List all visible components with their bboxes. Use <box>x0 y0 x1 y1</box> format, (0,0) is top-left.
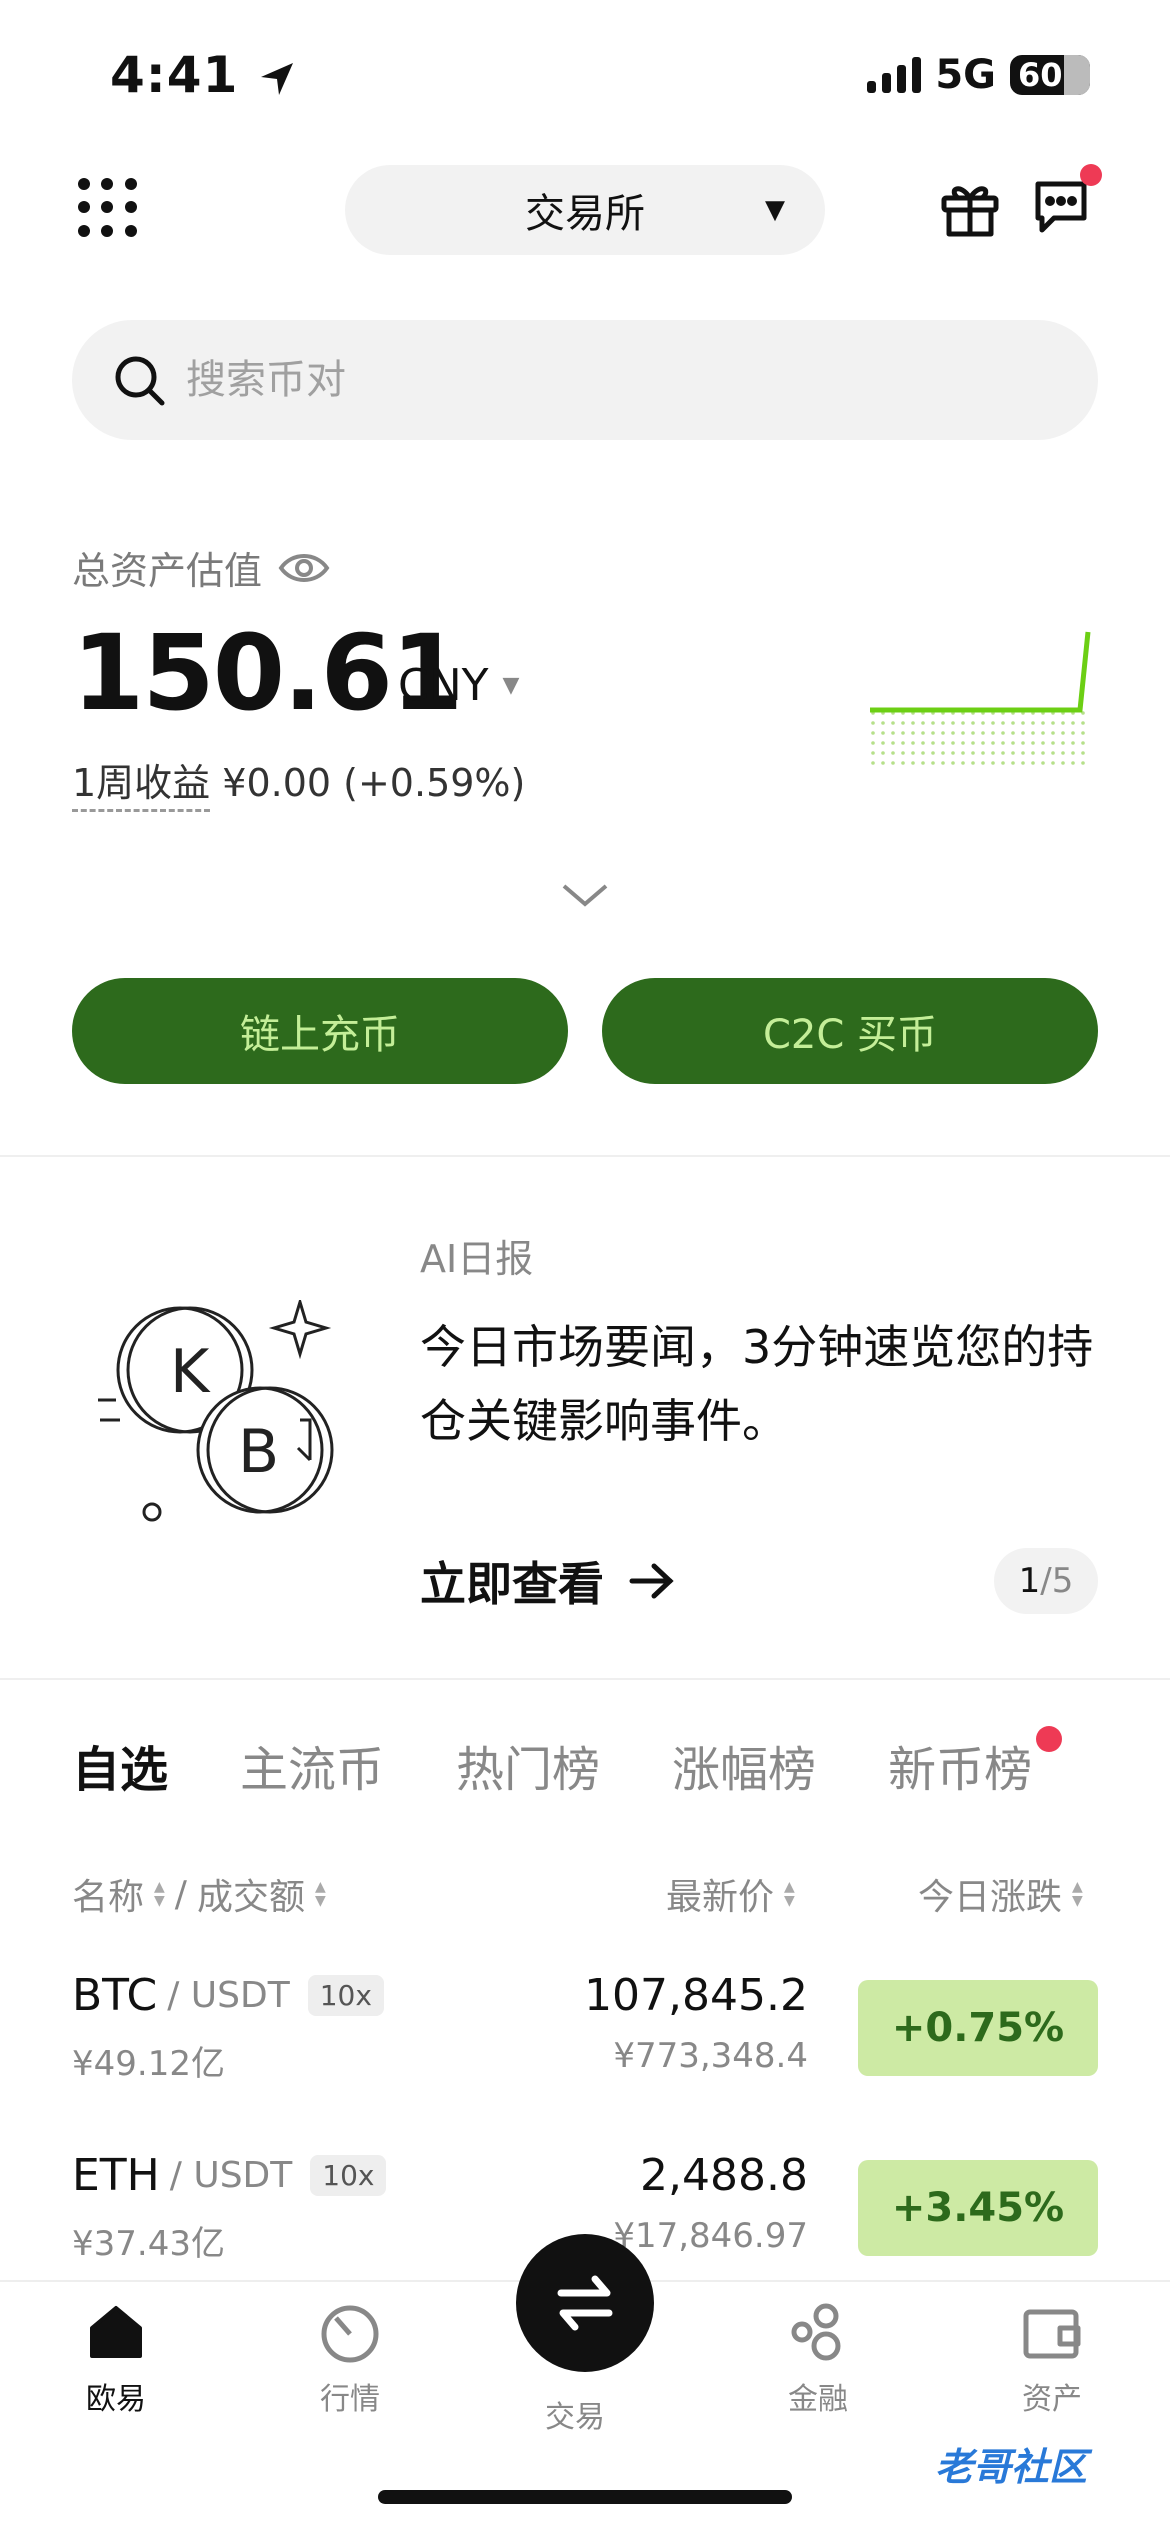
nav-finance-label: 金融 <box>788 2382 848 2417</box>
nav-trade-label: 交易 <box>545 2400 605 2435</box>
leverage-badge: 10x <box>310 2155 387 2196</box>
onchain-deposit-button[interactable]: 链上充币 <box>72 978 568 1084</box>
leverage-badge: 10x <box>307 1975 384 2016</box>
column-header-change[interactable]: 今日涨跌 ▲ ▼ <box>918 1868 1083 1920</box>
nav-home[interactable]: 欧易 <box>36 2300 196 2418</box>
market-timer-icon <box>321 2305 379 2363</box>
trade-button[interactable] <box>516 2234 654 2372</box>
nav-assets[interactable]: 资产 <box>972 2300 1132 2418</box>
exchange-mode-label: 交易所 <box>525 191 645 237</box>
column-price-label: 最新价 <box>666 1877 775 1918</box>
search-input[interactable] <box>186 357 886 403</box>
location-arrow-icon <box>260 62 293 95</box>
tab-mainstream[interactable]: 主流币 <box>240 1730 384 1800</box>
column-separator: / <box>174 1873 187 1915</box>
change-badge[interactable]: +3.45% <box>858 2160 1098 2256</box>
search-bar[interactable] <box>72 320 1098 440</box>
weekly-pnl[interactable]: 1周收益 ¥0.00 (+0.59%) <box>72 752 526 812</box>
tab-new-listings[interactable]: 新币榜 <box>888 1726 1063 1800</box>
network-type: 5G <box>935 52 996 98</box>
asset-sparkline <box>870 631 1091 768</box>
column-header-name[interactable]: 名称 ▲ ▼ / 成交额 ▲ ▼ <box>72 1868 326 1920</box>
tab-favorites[interactable]: 自选 <box>72 1730 168 1800</box>
total-assets-label: 总资产估值 <box>72 540 330 595</box>
nav-assets-label: 资产 <box>1022 2382 1082 2417</box>
nav-home-label: 欧易 <box>86 2382 146 2417</box>
new-listings-dot <box>1036 1726 1063 1752</box>
home-icon <box>90 2306 142 2358</box>
pager-current: 1 <box>1018 1561 1041 1601</box>
nav-market-label: 行情 <box>320 2382 380 2417</box>
pair-price: 107,845.2 <box>584 1970 808 2021</box>
sort-icon: ▲ ▼ <box>784 1879 795 1909</box>
pair-quote: / USDT <box>167 1975 290 2016</box>
pair-price-cny: ¥773,348.4 <box>613 2036 808 2076</box>
exchange-mode-selector[interactable]: 交易所 ▼ <box>345 165 825 255</box>
svg-text:K: K <box>170 1337 211 1407</box>
status-time: 4:41 <box>110 46 297 104</box>
pair-symbol: BTC <box>72 1970 158 2021</box>
svg-text:B: B <box>238 1417 279 1487</box>
search-icon <box>115 356 165 406</box>
status-time-text: 4:41 <box>110 46 239 104</box>
messages-icon[interactable] <box>1030 176 1092 242</box>
battery-level: 60 <box>1018 56 1063 94</box>
arrow-right-icon <box>629 1563 674 1599</box>
tab-hot[interactable]: 热门榜 <box>456 1730 600 1800</box>
ai-daily-tag: AI日报 <box>420 1237 534 1281</box>
sort-icon: ▲ ▼ <box>314 1879 326 1909</box>
chevron-down-icon[interactable] <box>560 880 610 910</box>
column-name-label: 名称 <box>72 1877 145 1918</box>
coins-illustration: K B <box>98 1300 334 1522</box>
nav-market[interactable]: 行情 <box>270 2300 430 2418</box>
messages-unread-dot <box>1080 164 1102 186</box>
weekly-pnl-label: 1周收益 <box>72 761 211 812</box>
currency-selector[interactable]: CNY ▼ <box>398 660 519 711</box>
cellular-signal-icon <box>867 57 922 93</box>
pair-price-cny: ¥17,846.97 <box>613 2216 808 2256</box>
market-tabs: 自选 主流币 热门榜 涨幅榜 新币榜 <box>72 1726 1063 1800</box>
section-divider <box>0 1678 1170 1680</box>
carousel-pager: 1/5 <box>994 1548 1098 1614</box>
change-badge[interactable]: +0.75% <box>858 1980 1098 2076</box>
sort-icon: ▲ ▼ <box>154 1879 165 1909</box>
column-header-price[interactable]: 最新价 ▲ ▼ <box>666 1868 795 1920</box>
pair-price: 2,488.8 <box>640 2150 808 2201</box>
view-now-label: 立即查看 <box>420 1557 604 1611</box>
view-now-link[interactable]: 立即查看 <box>420 1548 676 1614</box>
tab-new-listings-label: 新币榜 <box>888 1742 1033 1798</box>
total-assets-label-text: 总资产估值 <box>72 549 263 593</box>
tab-gainers[interactable]: 涨幅榜 <box>672 1730 816 1800</box>
currency-label: CNY <box>398 660 489 711</box>
nav-finance[interactable]: 金融 <box>738 2300 898 2418</box>
caret-down-icon: ▼ <box>502 673 520 698</box>
swap-arrows-icon <box>557 2275 613 2331</box>
table-row[interactable]: ETH / USDT 10x <box>72 2150 387 2201</box>
sort-icon: ▲ ▼ <box>1072 1879 1083 1909</box>
ai-daily-headline[interactable]: 今日市场要闻，3分钟速览您的持仓关键影响事件。 <box>420 1310 1100 1458</box>
apps-grid-icon[interactable] <box>78 178 138 238</box>
finance-circles-icon <box>791 2303 841 2361</box>
column-volume-label: 成交额 <box>196 1877 305 1918</box>
pair-quote: / USDT <box>169 2155 293 2196</box>
pair-volume: ¥49.12亿 <box>72 2044 225 2084</box>
pair-volume: ¥37.43亿 <box>72 2224 225 2264</box>
section-divider <box>0 1155 1170 1157</box>
eye-icon[interactable] <box>278 550 330 586</box>
wallet-icon <box>1023 2309 1081 2359</box>
caret-down-icon: ▼ <box>765 195 785 225</box>
status-indicators: 5G 60 <box>867 52 1090 98</box>
pager-total: /5 <box>1040 1561 1074 1601</box>
c2c-buy-button[interactable]: C2C 买币 <box>602 978 1098 1084</box>
home-indicator[interactable] <box>378 2490 792 2504</box>
weekly-pnl-value: ¥0.00 (+0.59%) <box>222 761 526 805</box>
gift-icon[interactable] <box>938 176 1002 244</box>
watermark-logo: 老哥社区 <box>935 2445 1088 2489</box>
column-change-label: 今日涨跌 <box>918 1877 1063 1918</box>
pair-symbol: ETH <box>72 2150 160 2201</box>
battery-icon: 60 <box>1010 55 1090 95</box>
table-row[interactable]: BTC / USDT 10x <box>72 1970 384 2021</box>
